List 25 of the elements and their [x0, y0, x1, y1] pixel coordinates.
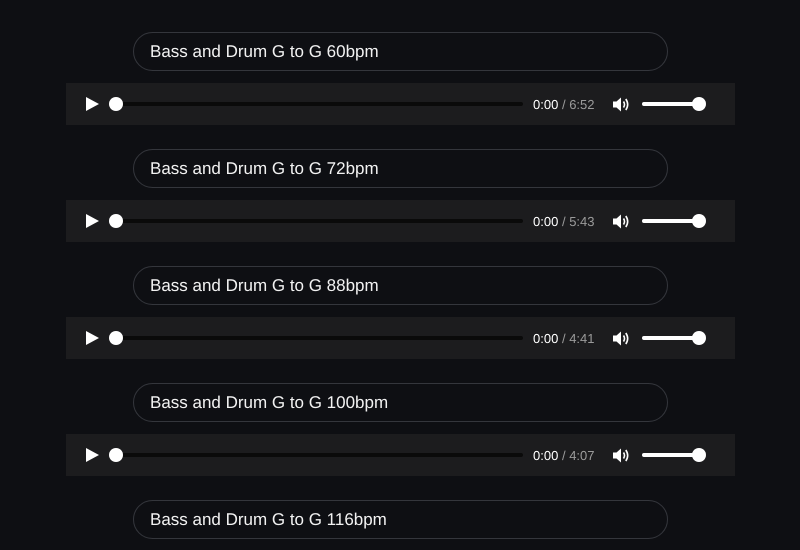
track-title: Bass and Drum G to G 100bpm [133, 383, 668, 422]
time-display: 0:00 / 6:52 [533, 96, 594, 112]
volume-icon[interactable] [612, 330, 630, 346]
slider-thumb[interactable] [692, 97, 706, 111]
track-title: Bass and Drum G to G 60bpm [133, 32, 668, 71]
play-icon[interactable] [85, 447, 100, 463]
track-title: Bass and Drum G to G 116bpm [133, 500, 668, 539]
play-icon[interactable] [85, 213, 100, 229]
time-display: 0:00 / 4:41 [533, 330, 594, 346]
slider-thumb[interactable] [692, 214, 706, 228]
time-display: 0:00 / 4:07 [533, 448, 594, 462]
slider-thumb[interactable] [109, 331, 123, 345]
slider-thumb[interactable] [109, 448, 123, 462]
slider-thumb[interactable] [109, 214, 123, 228]
play-icon[interactable] [85, 96, 100, 112]
volume-icon[interactable] [612, 446, 630, 464]
slider-thumb[interactable] [692, 331, 706, 345]
time-display: 0:00 / 5:43 [533, 214, 594, 228]
track-title: Bass and Drum G to G 72bpm [133, 149, 668, 188]
slider-thumb[interactable] [109, 97, 123, 111]
track-title: Bass and Drum G to G 88bpm [133, 266, 668, 305]
slider-thumb[interactable] [692, 448, 706, 462]
volume-icon[interactable] [612, 212, 630, 230]
play-icon[interactable] [85, 330, 100, 346]
volume-icon[interactable] [612, 96, 630, 112]
